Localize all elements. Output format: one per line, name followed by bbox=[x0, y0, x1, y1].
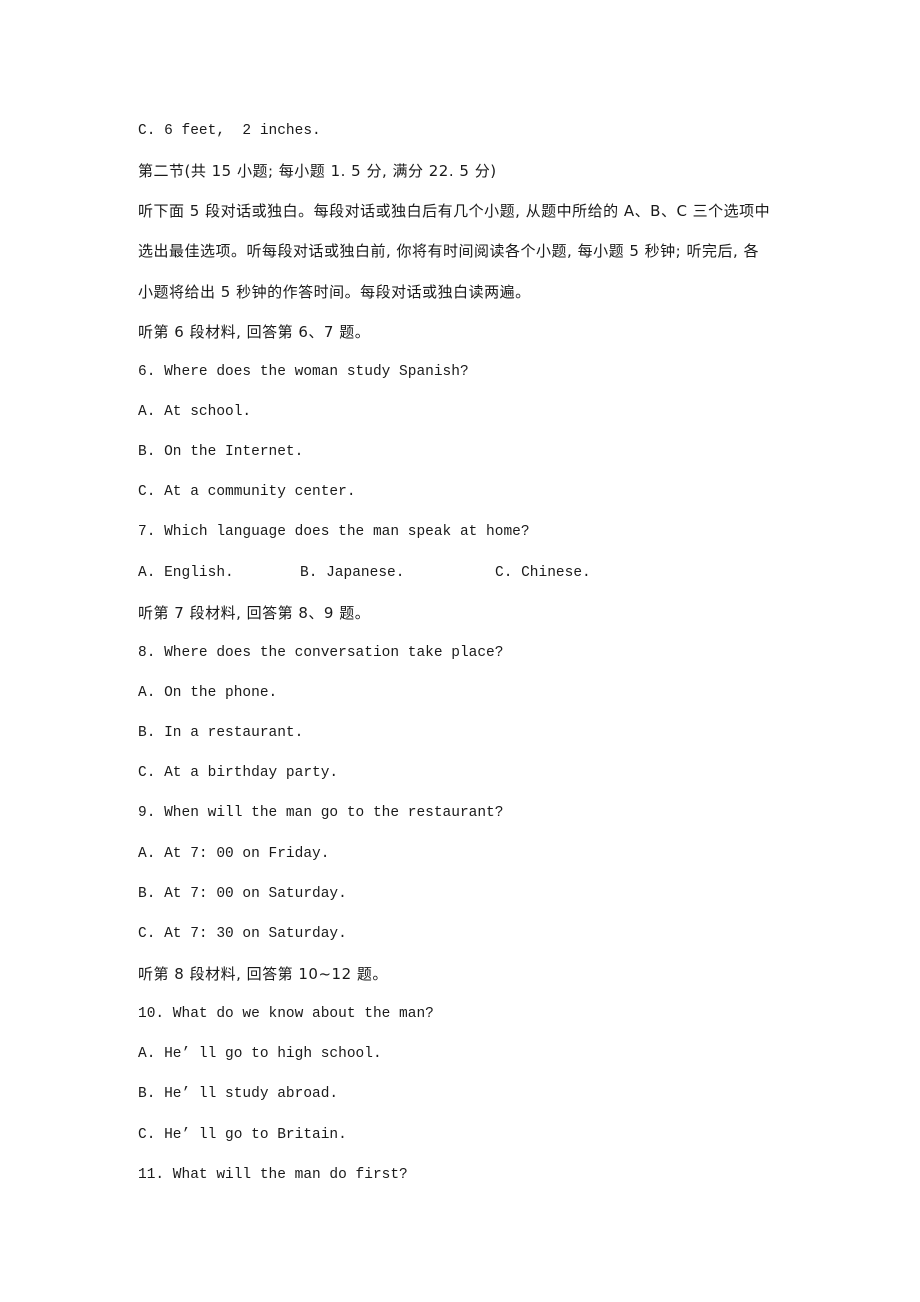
question-10: 10. What do we know about the man? bbox=[138, 1006, 434, 1023]
material-header: 听第 6 段材料, 回答第 6、7 题。 bbox=[138, 322, 371, 341]
option-line: A. He’ ll go to high school. bbox=[138, 1046, 382, 1063]
question-6: 6. Where does the woman study Spanish? bbox=[138, 363, 469, 380]
instruction-line: 小题将给出 5 秒钟的作答时间。每段对话或独白读两遍。 bbox=[138, 282, 531, 301]
material-header: 听第 7 段材料, 回答第 8、9 题。 bbox=[138, 603, 371, 622]
option-line: C. At a birthday party. bbox=[138, 765, 339, 782]
option-line: A. On the phone. bbox=[138, 684, 278, 701]
option-line: A. At school. bbox=[138, 403, 252, 420]
material-header: 听第 8 段材料, 回答第 10~12 题。 bbox=[138, 964, 388, 983]
instruction-line: 听下面 5 段对话或独白。每段对话或独白后有几个小题, 从题中所给的 A、B、C… bbox=[138, 202, 771, 221]
exam-page: C. 6 feet, 2 inches. 第二节(共 15 小题; 每小题 1.… bbox=[138, 119, 798, 1203]
option-c: C. Chinese. bbox=[495, 564, 591, 581]
q7-options-row: A. English. B. Japanese. C. Chinese. bbox=[138, 561, 798, 601]
question-8: 8. Where does the conversation take plac… bbox=[138, 644, 504, 661]
option-line: B. He’ ll study abroad. bbox=[138, 1086, 339, 1103]
option-line: B. At 7: 00 on Saturday. bbox=[138, 885, 347, 902]
option-line: B. In a restaurant. bbox=[138, 725, 304, 742]
option-b: B. Japanese. bbox=[300, 564, 405, 581]
question-7: 7. Which language does the man speak at … bbox=[138, 524, 530, 541]
option-line: B. On the Internet. bbox=[138, 444, 304, 461]
option-line: C. He’ ll go to Britain. bbox=[138, 1126, 347, 1143]
section-header: 第二节(共 15 小题; 每小题 1. 5 分, 满分 22. 5 分) bbox=[138, 162, 497, 181]
instruction-line: 选出最佳选项。听每段对话或独白前, 你将有时间阅读各个小题, 每小题 5 秒钟;… bbox=[138, 242, 760, 261]
option-line: C. At a community center. bbox=[138, 484, 356, 501]
question-9: 9. When will the man go to the restauran… bbox=[138, 805, 504, 822]
question-11: 11. What will the man do first? bbox=[138, 1166, 408, 1183]
option-line: C. At 7: 30 on Saturday. bbox=[138, 925, 347, 942]
option-line: C. 6 feet, 2 inches. bbox=[138, 123, 321, 139]
option-a: A. English. bbox=[138, 564, 234, 581]
option-line: A. At 7: 00 on Friday. bbox=[138, 845, 330, 862]
